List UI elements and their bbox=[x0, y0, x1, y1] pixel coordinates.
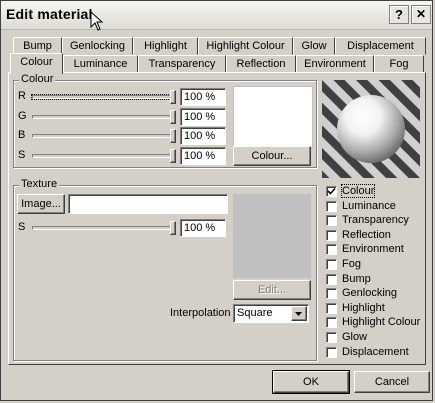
checkbox-label: Colour bbox=[340, 184, 376, 198]
checkbox-label: Luminance bbox=[342, 200, 396, 212]
checkbox-fog[interactable] bbox=[326, 259, 337, 270]
material-preview bbox=[322, 80, 420, 178]
checkbox-label: Fog bbox=[342, 258, 361, 270]
tab-fog[interactable]: Fog bbox=[374, 55, 424, 73]
colour-group-label: Colour bbox=[19, 73, 56, 85]
texture-s-thumb[interactable] bbox=[170, 221, 176, 235]
tab-glow[interactable]: Glow bbox=[293, 37, 335, 55]
slider-r-thumb[interactable] bbox=[170, 90, 176, 104]
checkbox-glow[interactable] bbox=[326, 332, 337, 343]
slider-b-thumb[interactable] bbox=[170, 129, 176, 143]
interpolation-select[interactable]: Square bbox=[233, 304, 309, 323]
texture-s-value-field[interactable]: 100 % bbox=[180, 219, 226, 237]
close-button[interactable]: ✕ bbox=[411, 5, 431, 24]
tab-genlocking[interactable]: Genlocking bbox=[62, 37, 133, 55]
value-r-field[interactable]: 100 % bbox=[180, 88, 226, 106]
checkbox-displacement[interactable] bbox=[326, 347, 337, 358]
slider-g-thumb[interactable] bbox=[170, 110, 176, 124]
checkbox-label: Environment bbox=[342, 243, 404, 255]
chevron-down-icon bbox=[295, 312, 302, 316]
checkbox-highlight[interactable] bbox=[326, 303, 337, 314]
tab-transparency[interactable]: Transparency bbox=[138, 55, 226, 73]
ok-button[interactable]: OK bbox=[272, 370, 350, 394]
interpolation-value: Square bbox=[237, 307, 273, 319]
slider-s-thumb[interactable] bbox=[170, 149, 176, 163]
mouse-cursor-icon bbox=[90, 10, 104, 34]
checkbox-label: Transparency bbox=[342, 214, 409, 226]
checkbox-genlocking[interactable] bbox=[326, 288, 337, 299]
checkbox-label: Bump bbox=[342, 273, 371, 285]
slider-s[interactable] bbox=[32, 154, 174, 158]
texture-s-label: S bbox=[18, 221, 26, 233]
tab-highlight-colour[interactable]: Highlight Colour bbox=[198, 37, 293, 55]
colour-row-s-label: S bbox=[18, 149, 26, 161]
checkbox-label: Highlight Colour bbox=[342, 316, 421, 328]
tab-colour[interactable]: Colour bbox=[10, 53, 63, 74]
checkbox-label: Reflection bbox=[342, 229, 391, 241]
colour-button[interactable]: Colour... bbox=[233, 146, 311, 166]
edit-button[interactable]: Edit... bbox=[233, 280, 311, 300]
slider-g[interactable] bbox=[32, 115, 174, 119]
colour-row-r-label: R bbox=[18, 90, 26, 102]
checkbox-label: Glow bbox=[342, 331, 368, 343]
checkbox-bump[interactable] bbox=[326, 274, 337, 285]
cancel-button[interactable]: Cancel bbox=[354, 371, 430, 393]
tab-displacement[interactable]: Displacement bbox=[335, 37, 426, 55]
checkbox-colour[interactable] bbox=[326, 186, 337, 197]
checkbox-label: Genlocking bbox=[342, 287, 398, 299]
slider-r[interactable] bbox=[31, 94, 175, 100]
checkbox-highlight-colour[interactable] bbox=[326, 317, 337, 328]
value-s-field[interactable]: 100 % bbox=[180, 147, 226, 165]
checkbox-luminance[interactable] bbox=[326, 201, 337, 212]
colour-swatch bbox=[233, 86, 313, 148]
checkbox-transparency[interactable] bbox=[326, 215, 337, 226]
checkbox-environment[interactable] bbox=[326, 244, 337, 255]
tab-environment[interactable]: Environment bbox=[296, 55, 374, 73]
checkbox-label: Highlight bbox=[342, 302, 385, 314]
tab-luminance[interactable]: Luminance bbox=[63, 55, 138, 73]
checkmark-icon bbox=[327, 187, 336, 195]
interpolation-label: Interpolation bbox=[170, 307, 231, 319]
texture-s-slider[interactable] bbox=[32, 226, 174, 230]
tab-reflection[interactable]: Reflection bbox=[226, 55, 296, 73]
dropdown-arrow-button[interactable] bbox=[291, 306, 307, 321]
texture-preview bbox=[233, 194, 311, 278]
image-path-field[interactable] bbox=[68, 194, 228, 214]
texture-group-label: Texture bbox=[19, 178, 60, 190]
help-button[interactable]: ? bbox=[389, 5, 409, 24]
colour-row-b-label: B bbox=[18, 129, 26, 141]
colour-row-g-label: G bbox=[18, 110, 27, 122]
checkbox-label: Displacement bbox=[342, 346, 409, 358]
value-b-field[interactable]: 100 % bbox=[180, 127, 226, 145]
tab-highlight[interactable]: Highlight bbox=[133, 37, 198, 55]
value-g-field[interactable]: 100 % bbox=[180, 108, 226, 126]
slider-b[interactable] bbox=[32, 134, 174, 138]
image-button[interactable]: Image... bbox=[17, 194, 65, 214]
window-title: Edit material bbox=[6, 6, 93, 22]
checkbox-reflection[interactable] bbox=[326, 230, 337, 241]
